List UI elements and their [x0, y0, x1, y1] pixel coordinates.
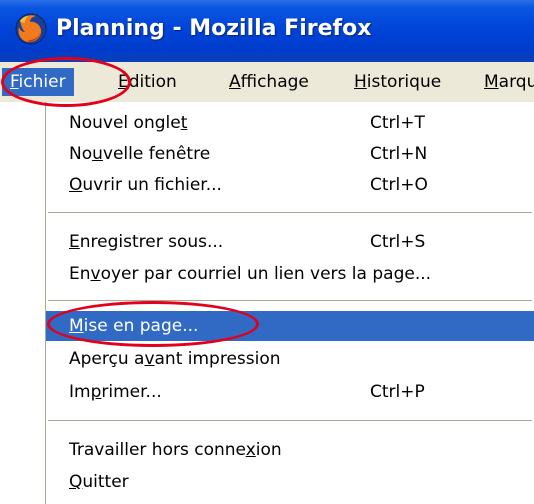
firefox-window: Planning - Mozilla Firefox Fichier Éditi… — [0, 0, 534, 504]
file-menu-dropdown: Nouvel onglet Ctrl+T Nouvelle fenêtre Ct… — [45, 102, 534, 504]
menu-bar: Fichier Édition Affichage Historique Mar… — [0, 62, 534, 102]
menu-edition[interactable]: Édition — [110, 68, 185, 96]
shortcut-label: Ctrl+S — [370, 232, 426, 252]
firefox-icon — [15, 13, 47, 45]
menu-marque-pages[interactable]: Marqu — [476, 68, 534, 96]
menu-item-open-file[interactable]: Ouvrir un fichier... Ctrl+O — [46, 170, 534, 200]
menu-fichier[interactable]: Fichier — [2, 68, 74, 96]
menu-separator — [48, 300, 532, 302]
menu-item-print[interactable]: Imprimer... Ctrl+P — [46, 377, 534, 407]
title-bar[interactable]: Planning - Mozilla Firefox — [0, 0, 534, 62]
menu-historique[interactable]: Historique — [346, 68, 449, 96]
menu-item-quit[interactable]: Quitter — [46, 467, 534, 497]
shortcut-label: Ctrl+T — [370, 113, 425, 133]
menu-item-new-window[interactable]: Nouvelle fenêtre Ctrl+N — [46, 139, 534, 169]
menu-separator — [48, 212, 532, 214]
menu-item-page-setup[interactable]: Mise en page... — [46, 311, 534, 341]
menu-separator — [48, 420, 532, 422]
menu-item-save-as[interactable]: Enregistrer sous... Ctrl+S — [46, 227, 534, 257]
shortcut-label: Ctrl+N — [370, 144, 428, 164]
shortcut-label: Ctrl+P — [370, 382, 425, 402]
menu-affichage[interactable]: Affichage — [221, 68, 317, 96]
menu-item-work-offline[interactable]: Travailler hors connexion — [46, 435, 534, 465]
menu-item-new-tab[interactable]: Nouvel onglet Ctrl+T — [46, 108, 534, 138]
window-title: Planning - Mozilla Firefox — [56, 16, 372, 41]
menu-item-send-link[interactable]: Envoyer par courriel un lien vers la pag… — [46, 259, 534, 289]
shortcut-label: Ctrl+O — [370, 175, 428, 195]
menu-item-print-preview[interactable]: Aperçu avant impression — [46, 344, 534, 374]
